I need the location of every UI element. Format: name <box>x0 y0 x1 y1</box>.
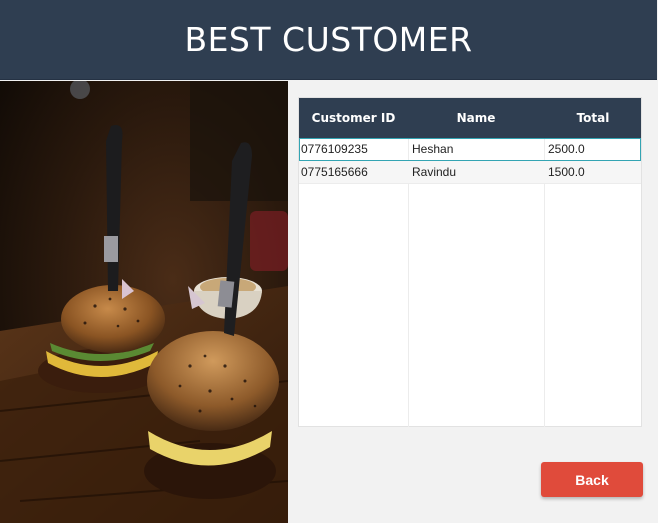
table-row[interactable]: 0775165666 Ravindu 1500.0 <box>299 161 641 184</box>
burger-photo <box>0 81 288 523</box>
back-button[interactable]: Back <box>541 462 643 497</box>
table-body: 0776109235 Heshan 2500.0 0775165666 Ravi… <box>299 138 641 427</box>
cell-customer-id: 0775165666 <box>301 165 368 179</box>
cell-total: 1500.0 <box>548 165 585 179</box>
column-header-total[interactable]: Total <box>544 98 642 138</box>
cell-name: Ravindu <box>412 165 457 179</box>
page-title: BEST CUSTOMER <box>184 20 473 59</box>
cell-customer-id: 0776109235 <box>301 142 368 156</box>
cell-total: 2500.0 <box>548 142 585 156</box>
column-header-name[interactable]: Name <box>408 98 544 138</box>
table-row[interactable]: 0776109235 Heshan 2500.0 <box>299 138 641 161</box>
column-header-customer-id[interactable]: Customer ID <box>299 98 408 138</box>
page-header: BEST CUSTOMER <box>0 0 657 80</box>
customer-table[interactable]: Customer ID Name Total 0776109235 Heshan… <box>298 97 642 427</box>
table-header: Customer ID Name Total <box>299 98 641 138</box>
cell-name: Heshan <box>412 142 454 156</box>
